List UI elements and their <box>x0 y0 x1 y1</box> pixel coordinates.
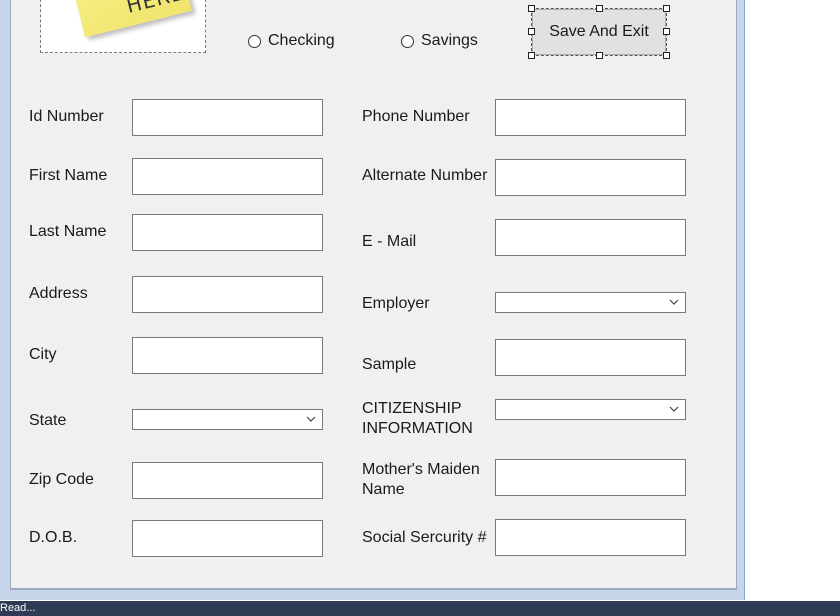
radio-savings[interactable]: Savings <box>401 32 478 50</box>
first-name-label: First Name <box>29 167 108 184</box>
resize-handle-se[interactable] <box>663 52 670 59</box>
resize-handle-n[interactable] <box>596 5 603 12</box>
maiden-name-label-line1: Mother's Maiden <box>362 461 480 478</box>
zip-code-input[interactable] <box>132 462 323 499</box>
resize-handle-nw[interactable] <box>528 5 535 12</box>
sample-label: Sample <box>362 356 417 373</box>
status-text: Read... <box>0 602 36 614</box>
citizenship-label-line2: INFORMATION <box>362 420 473 437</box>
address-input[interactable] <box>132 276 323 313</box>
citizenship-label-line1: CITIZENSHIP <box>362 400 462 417</box>
resize-handle-sw[interactable] <box>528 52 535 59</box>
ssn-input[interactable] <box>495 519 686 556</box>
citizenship-combobox[interactable] <box>495 399 686 420</box>
phone-number-label: Phone Number <box>362 108 470 125</box>
ssn-label: Social Sercurity # <box>362 529 487 546</box>
state-combobox[interactable] <box>132 409 323 430</box>
email-input[interactable] <box>495 219 686 256</box>
alternate-number-input[interactable] <box>495 159 686 196</box>
chevron-down-icon[interactable] <box>668 296 680 308</box>
resize-handle-s[interactable] <box>596 52 603 59</box>
alternate-number-label: Alternate Number <box>362 167 488 184</box>
resize-handle-ne[interactable] <box>663 5 670 12</box>
state-label: State <box>29 412 67 429</box>
dob-input[interactable] <box>132 520 323 557</box>
radio-checking-label: Checking <box>268 32 335 49</box>
radio-checking[interactable]: Checking <box>248 32 335 50</box>
status-bar: Read... <box>0 601 840 616</box>
logo-picturebox[interactable]: HERE <box>40 0 206 53</box>
chevron-down-icon[interactable] <box>305 413 317 425</box>
radio-savings-label: Savings <box>421 32 478 49</box>
sticky-note-text: HERE <box>124 0 186 18</box>
email-label: E - Mail <box>362 233 417 250</box>
city-label: City <box>29 346 57 363</box>
radio-checking-dot[interactable] <box>248 34 261 48</box>
maiden-name-input[interactable] <box>495 459 686 496</box>
maiden-name-label-line2: Name <box>362 481 405 498</box>
sticky-note-image: HERE <box>68 0 192 38</box>
sample-input[interactable] <box>495 339 686 376</box>
phone-number-input[interactable] <box>495 99 686 136</box>
save-and-exit-button[interactable]: Save And Exit <box>532 9 666 55</box>
last-name-label: Last Name <box>29 223 107 240</box>
form-surface: HERE Checking Savings Save And Exit Id N… <box>10 0 737 590</box>
first-name-input[interactable] <box>132 158 323 195</box>
dob-label: D.O.B. <box>29 529 78 546</box>
chevron-down-icon[interactable] <box>668 403 680 415</box>
radio-savings-dot[interactable] <box>401 34 414 48</box>
employer-combobox[interactable] <box>495 292 686 313</box>
id-number-input[interactable] <box>132 99 323 136</box>
id-number-label: Id Number <box>29 108 104 125</box>
resize-handle-w[interactable] <box>528 28 535 35</box>
zip-code-label: Zip Code <box>29 471 94 488</box>
address-label: Address <box>29 285 88 302</box>
resize-handle-e[interactable] <box>663 28 670 35</box>
city-input[interactable] <box>132 337 323 374</box>
last-name-input[interactable] <box>132 214 323 251</box>
employer-label: Employer <box>362 295 430 312</box>
